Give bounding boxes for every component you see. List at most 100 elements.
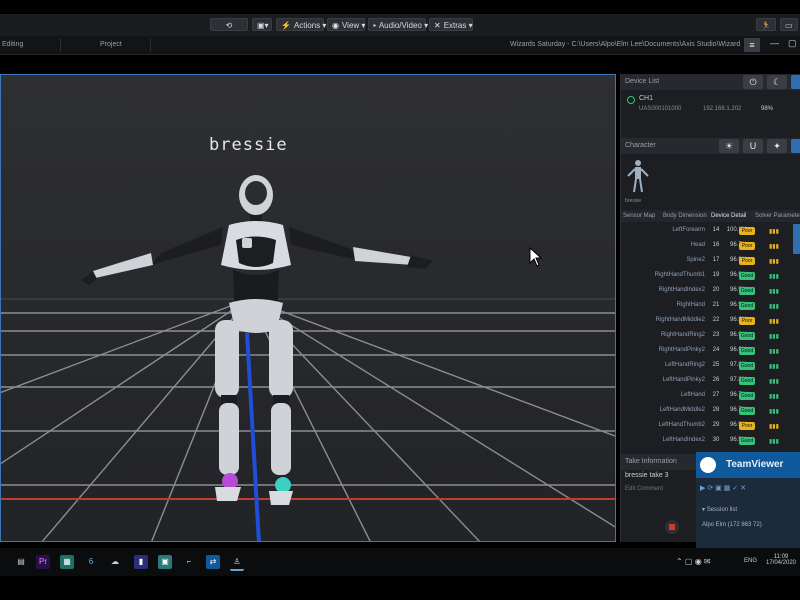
tab-sensor-map[interactable]: Sensor Map [623, 210, 655, 222]
sensor-name: LeftHandPinky2 [662, 377, 705, 383]
device-name: CH1 [639, 95, 654, 102]
sensor-name: LeftHandRing2 [664, 362, 705, 368]
table-row[interactable]: RightHandThumb11996.9%Good▮▮▮ [621, 269, 800, 284]
audio-video-menu[interactable]: ▪ Audio/Video ▾ [368, 18, 428, 31]
character-magnet-button[interactable]: U [743, 139, 763, 153]
app-teal-icon[interactable]: ▣ [158, 555, 172, 569]
tab-editing[interactable]: Editing [2, 36, 23, 54]
table-row[interactable]: RightHand2196.9%Good▮▮▮ [621, 299, 800, 314]
device-list-title: Device List [625, 78, 660, 85]
device-options-button[interactable] [791, 75, 800, 89]
sensor-id: 19 [712, 272, 720, 278]
signal-icon: ▮▮▮ [769, 349, 779, 355]
character-name-label: bressie [209, 135, 288, 155]
character-light-button[interactable]: ☀ [719, 139, 739, 153]
session-item[interactable]: Alpo Elm (172 863 72) [702, 522, 762, 528]
file-explorer-icon[interactable]: ▤ [14, 555, 28, 569]
table-row[interactable]: LeftHandMiddle22896.7%Good▮▮▮ [621, 404, 800, 419]
device-item[interactable]: CH1 UAS000101000 192.168.1.202 98% [625, 94, 797, 116]
cloud-icon[interactable]: ☁ [108, 555, 122, 569]
teamviewer-panel[interactable]: TeamViewer ▶ ⟳ ▣ ▦ ✓ ✕ ▾ Session list Al… [696, 452, 800, 548]
teamviewer-toolbar[interactable]: ▶ ⟳ ▣ ▦ ✓ ✕ [700, 484, 746, 492]
sheets-icon[interactable]: ▦ [60, 555, 74, 569]
table-row[interactable]: RightHandPinky22496.9%Good▮▮▮ [621, 344, 800, 359]
sensor-id: 21 [712, 302, 720, 308]
extras-icon: ✕ [434, 21, 441, 30]
tab-body-dimension[interactable]: Body Dimension [663, 210, 707, 222]
view-menu[interactable]: ◉ View ▾ [327, 18, 365, 31]
maximize-button[interactable]: ▢ [788, 38, 797, 49]
edit-comment-field[interactable]: Edit Comment [625, 486, 663, 492]
sensor-id: 23 [712, 332, 720, 338]
signal-icon: ▮▮▮ [769, 439, 779, 445]
tab-device-detail[interactable]: Device Detail [711, 210, 746, 222]
table-row[interactable]: LeftHand2796.7%Good▮▮▮ [621, 389, 800, 404]
language-indicator[interactable]: ENG [744, 558, 757, 564]
status-badge: Poor [739, 242, 755, 250]
teamviewer-header: TeamViewer [696, 452, 800, 478]
record-button[interactable] [665, 520, 679, 534]
premiere-icon[interactable]: Pr [36, 555, 50, 569]
status-badge: Good [739, 272, 755, 280]
clock[interactable]: 11:09 17/04/2020 [764, 554, 798, 566]
sensor-name: RightHandThumb1 [654, 272, 705, 278]
app-bracket-icon[interactable]: ⌐ [182, 555, 196, 569]
sleep-button[interactable]: ☾ [767, 75, 787, 89]
actions-menu[interactable]: ⚡ Actions ▾ [276, 18, 326, 31]
status-badge: Good [739, 362, 755, 370]
power-icon: ⏻ [749, 77, 757, 87]
table-row[interactable]: Head1696.7%Poor▮▮▮ [621, 239, 800, 254]
table-row[interactable]: LeftHandThumb22996.9%Poor▮▮▮ [621, 419, 800, 434]
power-button[interactable]: ⏻ [743, 75, 763, 89]
session-list[interactable]: ▾ Session list [702, 506, 737, 513]
axis-studio-task-icon[interactable]: ♙ [230, 555, 244, 571]
character-thumbnail[interactable] [625, 158, 651, 198]
table-row[interactable]: RightHandMiddle22296.9%Poor▮▮▮ [621, 314, 800, 329]
table-row[interactable]: Spine21796.9%Poor▮▮▮ [621, 254, 800, 269]
sensor-name: RightHandRing2 [660, 332, 705, 338]
character-pose-button[interactable]: ✦ [767, 139, 787, 153]
character-options-button[interactable] [791, 139, 800, 153]
status-badge: Poor [739, 257, 755, 265]
tray-icons[interactable]: ⌃ ▢ ◉ ✉ [676, 557, 711, 566]
status-badge: Poor [739, 227, 755, 235]
clock-date: 17/04/2020 [765, 560, 797, 566]
teamviewer-task-icon[interactable]: ⇄ [206, 555, 220, 569]
3d-viewport[interactable]: bressie [0, 74, 616, 542]
status-badge: Poor [739, 422, 755, 430]
layout-dropdown[interactable]: ▣▾ [252, 18, 272, 31]
tab-divider [60, 38, 61, 52]
device-battery: 98% [761, 106, 774, 112]
signal-icon: ▮▮▮ [769, 304, 779, 310]
table-row[interactable]: LeftHandRing22597.8%Good▮▮▮ [621, 359, 800, 374]
bolt-icon: ⚡ [281, 21, 291, 30]
refresh-button[interactable]: ⟲ [210, 18, 248, 31]
sensor-name: RightHandIndex2 [658, 287, 705, 293]
table-row[interactable]: LeftHandPinky22697.8%Good▮▮▮ [621, 374, 800, 389]
app-6-icon[interactable]: 6 [84, 555, 98, 569]
app-blue-icon[interactable]: ▮ [134, 555, 148, 569]
table-row[interactable]: RightHandIndex22096.9%Good▮▮▮ [621, 284, 800, 299]
extras-menu[interactable]: ✕ Extras ▾ [429, 18, 473, 31]
run-icon: 🏃 [761, 21, 771, 30]
menu-button[interactable]: ≡ [744, 38, 760, 52]
tab-solver-parameter[interactable]: Solver Parameter [755, 210, 800, 222]
window-dropdown[interactable]: ▭ [780, 18, 798, 31]
sensor-name: LeftForearm [672, 227, 705, 233]
tab-project[interactable]: Project [100, 36, 122, 54]
minimize-button[interactable]: — [770, 38, 779, 48]
character-thumbnail-label: bressie [625, 198, 642, 204]
layout-icon: ▣▾ [257, 21, 269, 30]
top-toolbar: ⟲ ▣▾ ⚡ Actions ▾ ◉ View ▾ ▪ Audio/Video ▾ ✕… [0, 14, 800, 36]
take-info-title: Take Information [625, 458, 677, 465]
figure-icon: ✦ [773, 141, 781, 151]
table-row[interactable]: LeftHandIndex23096.9%Good▮▮▮ [621, 434, 800, 449]
status-badge: Good [739, 407, 755, 415]
signal-icon: ▮▮▮ [769, 244, 779, 250]
signal-icon: ▮▮▮ [769, 424, 779, 430]
table-scrollbar[interactable] [793, 224, 800, 254]
table-row[interactable]: LeftForearm 14 100.1% Poor ▮▮▮ [621, 224, 800, 239]
status-badge: Good [739, 332, 755, 340]
run-dropdown[interactable]: 🏃 [756, 18, 776, 31]
table-row[interactable]: RightHandRing22396.9%Good▮▮▮ [621, 329, 800, 344]
